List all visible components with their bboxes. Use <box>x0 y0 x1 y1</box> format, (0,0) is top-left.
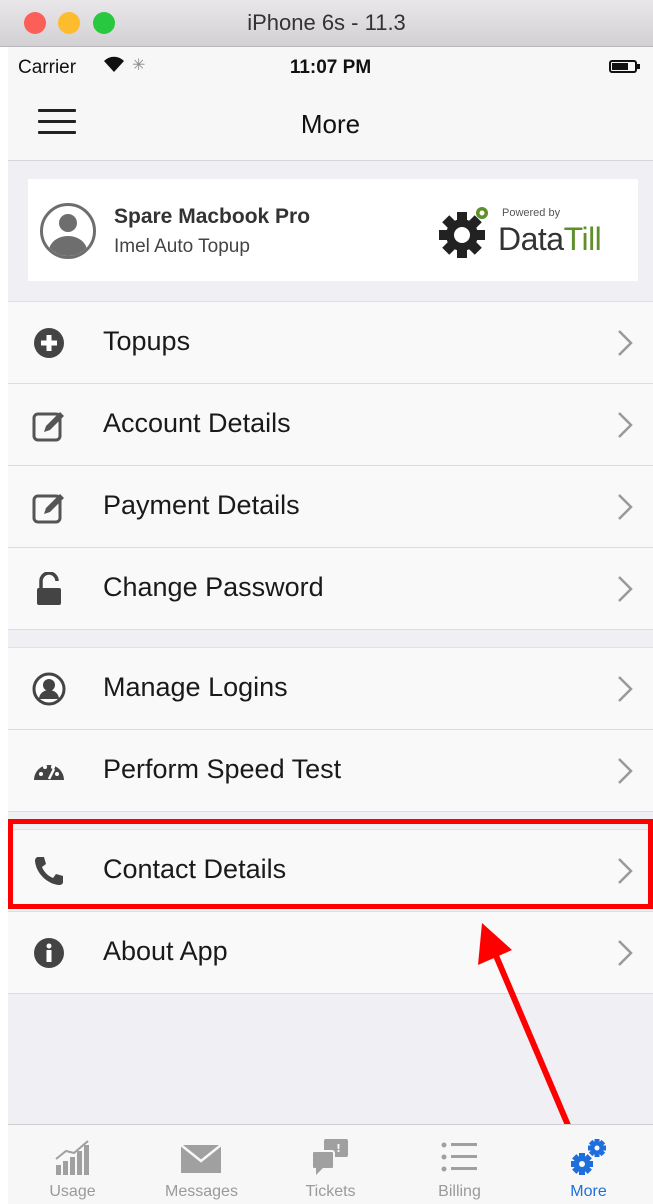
chevron-right-icon <box>618 858 633 884</box>
gears-icon <box>571 1139 606 1175</box>
tab-tickets[interactable]: ! Tickets <box>266 1125 395 1204</box>
tab-label: Billing <box>438 1183 481 1200</box>
chevron-right-icon <box>618 576 633 602</box>
chevron-right-icon <box>618 494 633 520</box>
datatill-logo: Powered by DataTill <box>438 199 634 261</box>
menu-item-account-details[interactable]: Account Details <box>8 384 653 466</box>
window-title: iPhone 6s - 11.3 <box>247 10 406 35</box>
tab-usage[interactable]: Usage <box>8 1125 137 1204</box>
menu-item-label: Topups <box>103 326 191 356</box>
edit-icon <box>32 412 64 442</box>
status-bar: Carrier ✳ 11:07 PM <box>8 47 653 87</box>
bar-chart-icon <box>55 1140 89 1175</box>
profile-subtitle: Imel Auto Topup <box>114 236 250 257</box>
menu-item-label: Payment Details <box>103 490 300 520</box>
menu-item-label: Account Details <box>103 408 291 438</box>
list-icon <box>441 1142 477 1172</box>
menu-group-info: Contact Details About App <box>8 829 653 994</box>
menu-item-contact-details[interactable]: Contact Details <box>8 830 653 912</box>
envelope-icon <box>181 1144 221 1173</box>
page-title: More <box>300 109 361 139</box>
menu-item-manage-logins[interactable]: Manage Logins <box>8 648 653 730</box>
menu-item-label: Perform Speed Test <box>103 754 342 784</box>
status-time: 11:07 PM <box>289 57 372 78</box>
info-circle-icon <box>34 938 64 968</box>
phone-icon <box>35 857 63 885</box>
menu-item-topups[interactable]: Topups <box>8 302 653 384</box>
powered-by-label: Powered by <box>502 207 561 219</box>
battery-icon <box>609 60 640 73</box>
chevron-right-icon <box>618 676 633 702</box>
tab-label: More <box>570 1183 607 1200</box>
gear-logo-icon <box>439 207 488 258</box>
simulator-title-bar: iPhone 6s - 11.3 <box>0 0 653 47</box>
plus-circle-icon <box>34 328 64 358</box>
svg-text:!: ! <box>336 1142 341 1155</box>
menu-group-account: Topups Account Details Payment Details C… <box>8 301 653 630</box>
menu-item-payment-details[interactable]: Payment Details <box>8 466 653 548</box>
menu-item-change-password[interactable]: Change Password <box>8 548 653 630</box>
speedometer-icon <box>34 765 64 780</box>
chevron-right-icon <box>618 940 633 966</box>
navigation-bar: More <box>8 87 653 161</box>
profile-name: Spare Macbook Pro <box>114 205 311 228</box>
tab-bar: Usage Messages ! Tickets Billing More <box>8 1124 653 1204</box>
chevron-right-icon <box>618 758 633 784</box>
tab-messages[interactable]: Messages <box>137 1125 266 1204</box>
edit-icon <box>32 494 64 524</box>
menu-item-about-app[interactable]: About App <box>8 912 653 994</box>
menu-item-label: Manage Logins <box>103 672 288 702</box>
profile-card: Spare Macbook Pro Imel Auto Topup Powere… <box>28 179 638 281</box>
chevron-right-icon <box>618 412 633 438</box>
menu-item-label: Change Password <box>103 572 324 602</box>
menu-item-label: About App <box>103 936 228 966</box>
tab-billing[interactable]: Billing <box>395 1125 524 1204</box>
menu-item-speed-test[interactable]: Perform Speed Test <box>8 730 653 812</box>
brand-name: DataTill <box>498 221 602 257</box>
tab-label: Tickets <box>305 1183 356 1200</box>
avatar-icon <box>40 203 96 259</box>
menu-group-tools: Manage Logins Perform Speed Test <box>8 647 653 812</box>
tab-label: Messages <box>165 1183 238 1200</box>
chat-bubbles-icon: ! <box>311 1139 348 1175</box>
user-circle-icon <box>32 672 66 706</box>
unlock-icon <box>37 572 61 605</box>
tab-more[interactable]: More <box>524 1125 653 1204</box>
phone-screen: Carrier ✳ 11:07 PM More Spare Macbook Pr… <box>8 47 653 1204</box>
tab-label: Usage <box>49 1183 96 1200</box>
menu-item-label: Contact Details <box>103 854 287 884</box>
chevron-right-icon <box>618 330 633 356</box>
